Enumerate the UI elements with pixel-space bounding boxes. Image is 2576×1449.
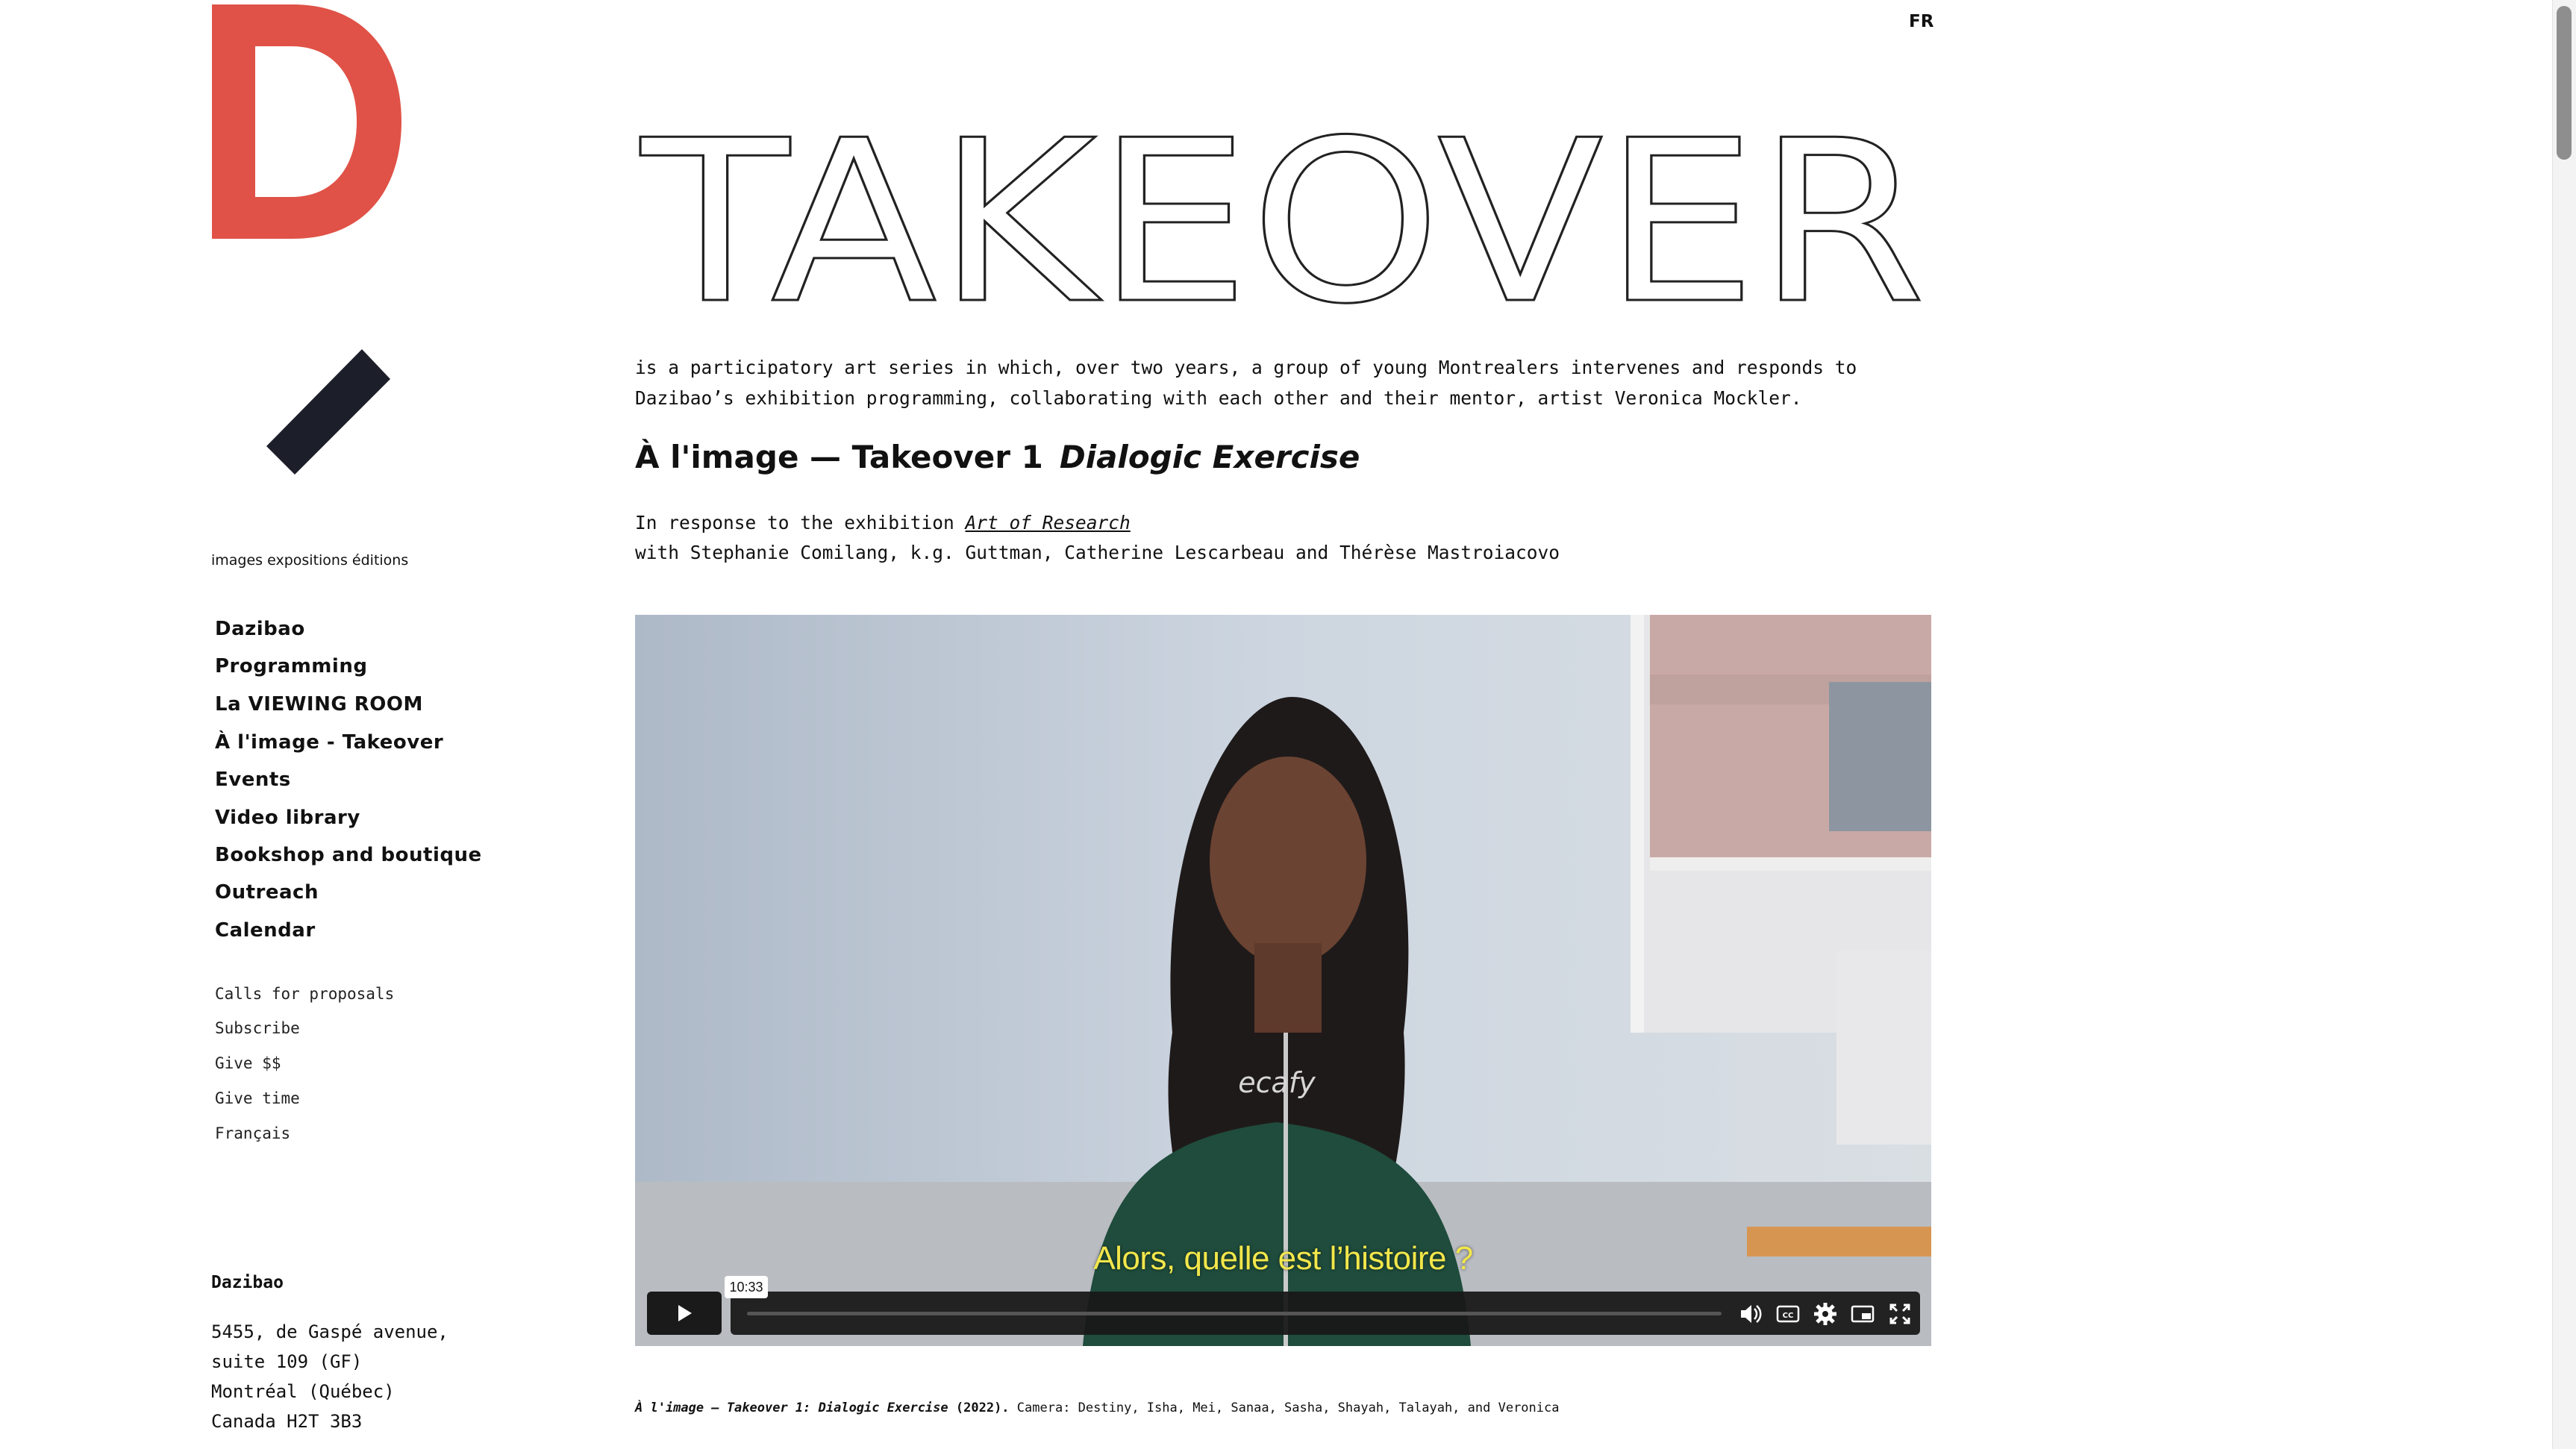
heading-italic: Dialogic Exercise [1059, 439, 1360, 475]
language-switch[interactable]: FR [1909, 12, 1933, 31]
svg-text:ecafy: ecafy [1238, 1066, 1316, 1099]
nav-link-subscribe[interactable]: Subscribe [215, 1019, 300, 1037]
with-line: with Stephanie Comilang, k.g. Guttman, C… [635, 542, 1560, 563]
nav-item-takeover[interactable]: À l'image - Takeover [215, 731, 443, 754]
dazibao-logo[interactable] [209, 4, 403, 239]
nav-item-bookshop[interactable]: Bookshop and boutique [215, 844, 482, 866]
volume-icon[interactable] [1736, 1300, 1765, 1328]
nav-item-programming[interactable]: Programming [215, 655, 367, 677]
duration-tooltip: 10:33 [725, 1276, 768, 1298]
page-title: TAKEOVER [636, 112, 1927, 313]
picture-in-picture-icon[interactable] [1848, 1300, 1877, 1328]
intro-paragraph: is a participatory art series in which, … [635, 357, 1857, 409]
caption-year: (2022). [955, 1401, 1010, 1415]
settings-icon[interactable] [1811, 1300, 1839, 1328]
address-line: Montréal (Québec) [211, 1381, 395, 1402]
tagline: images expositions éditions [211, 552, 409, 569]
video-caption: À l'image — Takeover 1: Dialogic Exercis… [635, 1401, 1559, 1415]
caption-title: À l'image — Takeover 1: Dialogic Exercis… [635, 1401, 948, 1415]
play-button[interactable] [647, 1292, 722, 1335]
nav-link-calls-for-proposals[interactable]: Calls for proposals [215, 985, 394, 1003]
nav-item-outreach[interactable]: Outreach [215, 881, 319, 904]
page-title-text: TAKEOVER [637, 112, 1926, 313]
svg-text:CC: CC [1783, 1312, 1794, 1320]
scrollbar-track[interactable] [2552, 0, 2576, 1449]
section-heading: À l'image — Takeover 1 Dialogic Exercise [635, 439, 1360, 475]
nav-item-viewing-room[interactable]: La VIEWING ROOM [215, 693, 423, 716]
nav-link-give-time[interactable]: Give time [215, 1089, 300, 1107]
response-prefix: In response to the exhibition [635, 512, 954, 533]
nav-link-francais[interactable]: Français [215, 1124, 290, 1142]
heading-main: À l'image — Takeover 1 [635, 439, 1043, 475]
nav-link-give-money[interactable]: Give $$ [215, 1054, 281, 1072]
nav-item-dazibao[interactable]: Dazibao [215, 618, 305, 640]
nav-item-calendar[interactable]: Calendar [215, 919, 316, 942]
play-icon [678, 1305, 692, 1321]
address-line: suite 109 (GF) [211, 1351, 363, 1372]
progress-bar[interactable] [747, 1312, 1722, 1315]
closed-captions-icon[interactable]: CC [1774, 1300, 1802, 1328]
video-subtitle: Alors, quelle est l’histoire ? [1093, 1240, 1473, 1277]
address-line: Canada H2T 3B3 [211, 1411, 363, 1432]
nav-item-video-library[interactable]: Video library [215, 807, 360, 829]
video-frame: ecafy [635, 615, 1931, 1346]
fullscreen-icon[interactable] [1886, 1300, 1914, 1328]
caption-credits: Camera: Destiny, Isha, Mei, Sanaa, Sasha… [1016, 1401, 1560, 1415]
video-player[interactable]: ecafy Alors, quelle est l’histoire ? 10:… [635, 615, 1931, 1346]
response-line: In response to the exhibition Art of Res… [635, 512, 1131, 533]
address-title: Dazibao [211, 1273, 284, 1292]
scrollbar-thumb[interactable] [2557, 6, 2572, 160]
address-line: 5455, de Gaspé avenue, [211, 1321, 448, 1342]
exhibition-link[interactable]: Art of Research [966, 512, 1131, 533]
nav-item-events[interactable]: Events [215, 769, 291, 791]
slash-logo-mark [266, 349, 390, 475]
